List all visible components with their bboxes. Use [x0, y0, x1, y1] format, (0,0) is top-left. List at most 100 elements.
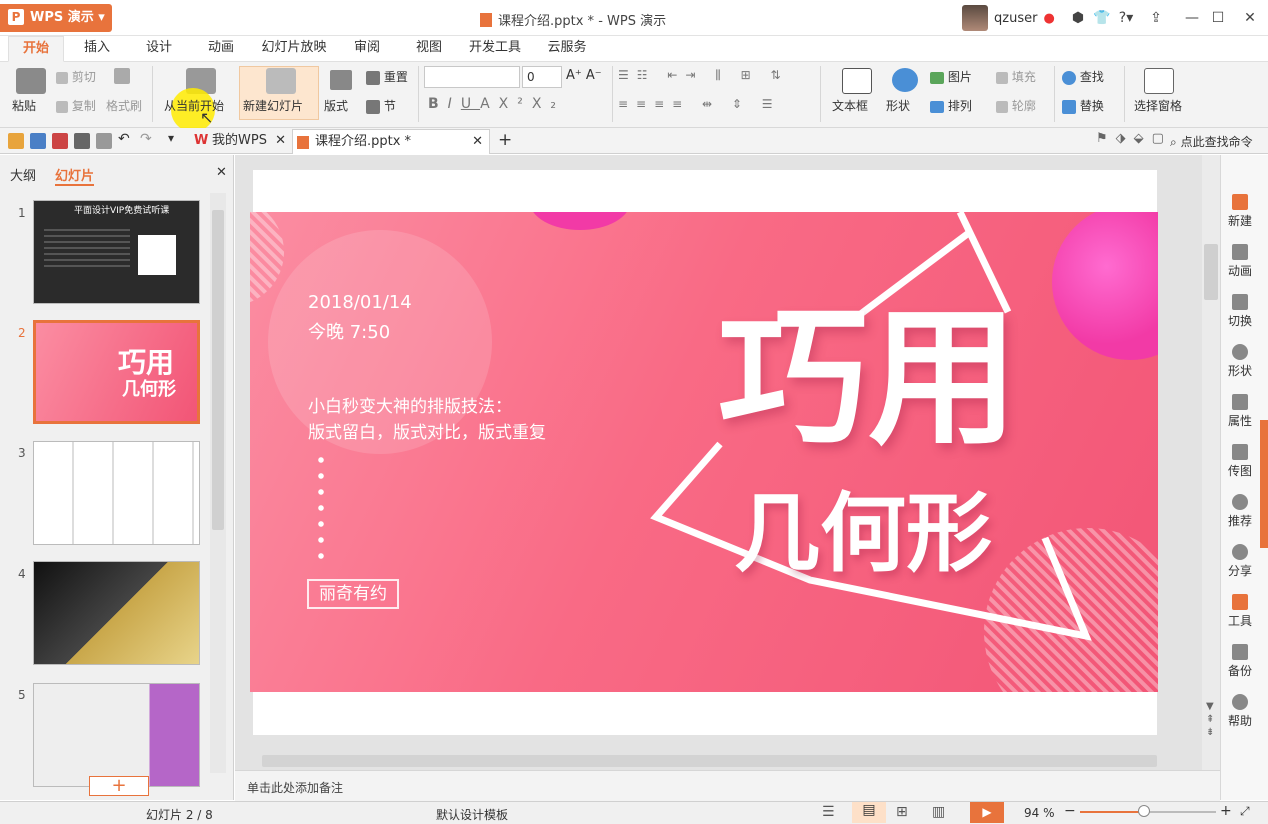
vscroll-thumb[interactable]: [1204, 244, 1218, 300]
tab-view[interactable]: 视图: [406, 36, 452, 62]
sidebar-recommend[interactable]: 推荐: [1220, 494, 1260, 529]
layout-icon[interactable]: [330, 70, 352, 90]
paste-icon[interactable]: [16, 68, 46, 94]
slide-time[interactable]: 今晚 7:50: [308, 318, 390, 344]
slide-title[interactable]: 巧用: [718, 294, 1018, 464]
doc-tab-course[interactable]: 课程介绍.pptx * ✕: [292, 129, 490, 154]
italic-button[interactable]: I: [448, 96, 461, 112]
close-tab-icon[interactable]: ✕: [275, 129, 286, 153]
replace-button[interactable]: 替换: [1062, 97, 1104, 114]
tab-design[interactable]: 设计: [136, 36, 182, 62]
avatar[interactable]: [962, 5, 988, 31]
shape-button[interactable]: 形状: [886, 97, 910, 114]
fit-window-icon[interactable]: ⤢: [1240, 804, 1250, 819]
print-icon[interactable]: [74, 133, 90, 149]
sidebar-share[interactable]: 分享: [1220, 544, 1260, 579]
list-buttons[interactable]: ☰☷ ⇤⇥ ⫼ ⊞ ⇅: [618, 68, 789, 83]
layout-button[interactable]: 版式: [324, 97, 348, 114]
vscroll-arrows[interactable]: ▼ ⇞ ⇟: [1206, 700, 1214, 739]
slide-subtitle[interactable]: 几何形: [734, 484, 992, 584]
hscroll-thumb[interactable]: [262, 755, 1157, 767]
font-grow-button[interactable]: A⁺ A⁻: [566, 68, 602, 83]
textbox-icon[interactable]: [842, 68, 872, 94]
quick-tools[interactable]: ⚑⬗⬙▢: [1096, 131, 1172, 146]
add-tab-icon[interactable]: +: [498, 130, 512, 150]
sidebar-animation[interactable]: 动画: [1220, 244, 1260, 279]
tab-review[interactable]: 审阅: [344, 36, 390, 62]
slide-thumb-5[interactable]: [33, 683, 200, 787]
new-slide-button[interactable]: 新建幻灯片: [243, 97, 303, 114]
format-painter-button[interactable]: 格式刷: [106, 97, 142, 114]
arrange-button[interactable]: 排列: [930, 97, 972, 114]
format-painter-icon[interactable]: [114, 68, 130, 84]
sidebar-expand-handle[interactable]: [1260, 420, 1268, 548]
font-size-select[interactable]: 0: [522, 66, 562, 88]
copy-button[interactable]: 复制: [56, 97, 96, 114]
thumbs-scroll-thumb[interactable]: [212, 210, 224, 530]
slide-line1[interactable]: 小白秒变大神的排版技法：: [308, 392, 512, 417]
zoom-in-button[interactable]: +: [1220, 803, 1232, 819]
from-current-button[interactable]: 从当前开始: [164, 97, 224, 114]
font-family-select[interactable]: [424, 66, 520, 88]
maximize-button[interactable]: ☐: [1208, 8, 1228, 28]
font-format-buttons[interactable]: BIUAX²X₂: [428, 96, 565, 112]
undo-icon[interactable]: ↶: [118, 131, 130, 147]
customize-icon[interactable]: ▾: [168, 131, 174, 145]
help-icon[interactable]: ?▾: [1116, 8, 1136, 28]
picture-button[interactable]: 图片: [930, 68, 972, 85]
user-box[interactable]: qzuser ●: [962, 4, 1055, 32]
redo-icon[interactable]: ↷: [140, 131, 152, 147]
slide-thumb-3[interactable]: [33, 441, 200, 545]
sidebar-backup[interactable]: 备份: [1220, 644, 1260, 679]
sidebar-help[interactable]: 帮助: [1220, 694, 1260, 729]
align-buttons[interactable]: ≡≡≡≡ ⇹ ⇕ ☰: [618, 97, 781, 111]
add-slide-button[interactable]: +: [89, 776, 149, 796]
find-command[interactable]: ⌕ 点此查找命令: [1170, 133, 1253, 150]
upload-icon[interactable]: ⇪: [1146, 8, 1166, 28]
slide-2[interactable]: 2018/01/14 今晚 7:50 小白秒变大神的排版技法： 版式留白，版式对…: [250, 212, 1158, 692]
sidebar-new[interactable]: 新建: [1220, 194, 1260, 229]
open-icon[interactable]: [8, 133, 24, 149]
slide-thumb-2[interactable]: 巧用 几何形: [33, 320, 200, 424]
new-slide-icon[interactable]: [266, 68, 296, 94]
fill-button[interactable]: 填充: [996, 68, 1036, 85]
notes-area[interactable]: 单击此处添加备注: [235, 770, 1220, 801]
app-menu-button[interactable]: P WPS 演示 ▾: [0, 4, 112, 32]
sidebar-shape[interactable]: 形状: [1220, 344, 1260, 379]
shape-icon[interactable]: [892, 68, 918, 92]
close-button[interactable]: ✕: [1240, 8, 1260, 28]
reading-view-button[interactable]: ▥: [932, 804, 945, 820]
font-color-button[interactable]: A: [480, 96, 499, 112]
section-button[interactable]: 节: [366, 97, 396, 114]
selection-pane-button[interactable]: 选择窗格: [1134, 97, 1182, 114]
sorter-view-button[interactable]: ⊞: [896, 804, 908, 820]
slide-date[interactable]: 2018/01/14: [308, 292, 412, 313]
tab-developer[interactable]: 开发工具: [464, 36, 526, 62]
bold-button[interactable]: B: [428, 96, 448, 112]
tab-slideshow[interactable]: 幻灯片放映: [258, 36, 330, 62]
preview-icon[interactable]: [96, 133, 112, 149]
cut-button[interactable]: 剪切: [56, 68, 96, 85]
shirt-icon[interactable]: 👕: [1092, 8, 1112, 28]
paste-button[interactable]: 粘贴: [12, 97, 36, 114]
normal-view-button[interactable]: ▤: [852, 802, 886, 823]
slide-thumb-4[interactable]: [33, 561, 200, 665]
sidebar-transition[interactable]: 切换: [1220, 294, 1260, 329]
pdf-icon[interactable]: [52, 133, 68, 149]
selection-pane-icon[interactable]: [1144, 68, 1174, 94]
tab-cloud[interactable]: 云服务: [536, 36, 598, 62]
tab-animation[interactable]: 动画: [198, 36, 244, 62]
zoom-out-button[interactable]: −: [1064, 803, 1076, 819]
play-slideshow-button[interactable]: ▶: [970, 802, 1004, 823]
underline-button[interactable]: U: [461, 96, 480, 112]
sidebar-upload-image[interactable]: 传图: [1220, 444, 1260, 479]
save-icon[interactable]: [30, 133, 46, 149]
find-button[interactable]: 查找: [1062, 68, 1104, 85]
doc-tab-mywps[interactable]: 我的WPS W ✕: [190, 129, 290, 154]
minimize-button[interactable]: —: [1182, 8, 1202, 28]
tab-slides[interactable]: 幻灯片: [55, 165, 95, 186]
sidebar-tools[interactable]: 工具: [1220, 594, 1260, 629]
tab-home[interactable]: 开始: [8, 36, 64, 62]
textbox-button[interactable]: 文本框: [832, 97, 868, 114]
slide-thumb-1[interactable]: 平面设计VIP免费试听课: [33, 200, 200, 304]
